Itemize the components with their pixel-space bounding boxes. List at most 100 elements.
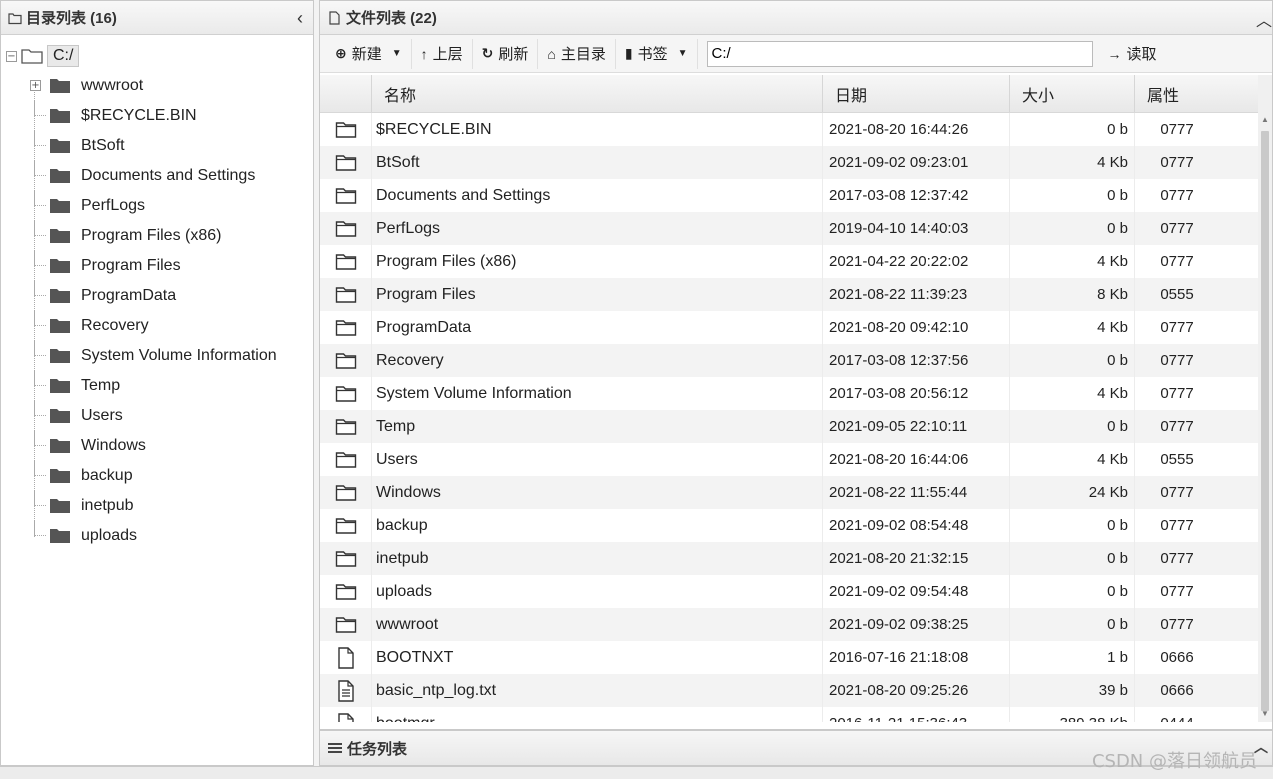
column-header-date[interactable]: 日期: [823, 75, 1010, 112]
new-button[interactable]: ⊕ 新建 ▼: [326, 38, 412, 69]
refresh-button[interactable]: ↻ 刷新: [473, 38, 539, 69]
tree-branch-line: [34, 491, 46, 506]
file-name[interactable]: System Volume Information: [372, 377, 823, 410]
folder-icon: [50, 289, 70, 303]
scroll-up-arrow-icon[interactable]: ▲: [1261, 115, 1269, 124]
tree-branch-line: [34, 341, 46, 356]
file-name[interactable]: Windows: [372, 476, 823, 509]
table-row[interactable]: BOOTNXT 2016-07-16 21:18:08 1 b 0666: [320, 641, 1260, 674]
file-size: 0 b: [1010, 509, 1135, 542]
tree-item[interactable]: System Volume Information: [1, 341, 313, 371]
file-name[interactable]: ProgramData: [372, 311, 823, 344]
file-date: 2021-04-22 20:22:02: [823, 245, 1010, 278]
folder-outline-icon: [8, 12, 22, 24]
tree-item-label: uploads: [81, 527, 138, 544]
home-button[interactable]: ⌂ 主目录: [538, 38, 616, 69]
tree-item[interactable]: + wwwroot: [1, 71, 313, 101]
table-row[interactable]: Temp 2021-09-05 22:10:11 0 b 0777: [320, 410, 1260, 443]
table-row[interactable]: PerfLogs 2019-04-10 14:40:03 0 b 0777: [320, 212, 1260, 245]
read-button[interactable]: → 读取: [1099, 39, 1166, 69]
chevron-left-icon[interactable]: ‹: [297, 9, 303, 27]
file-size: 0 b: [1010, 608, 1135, 641]
path-input[interactable]: [706, 40, 1093, 67]
list-icon: [328, 743, 342, 753]
folder-icon: [50, 199, 70, 213]
table-row[interactable]: Program Files (x86) 2021-04-22 20:22:02 4 …: [320, 245, 1260, 278]
file-attr: 0777: [1135, 113, 1260, 146]
table-row[interactable]: Windows 2021-08-22 11:55:44 24 Kb 0777: [320, 476, 1260, 509]
file-name[interactable]: bootmgr: [372, 707, 823, 722]
table-row[interactable]: inetpub 2021-08-20 21:32:15 0 b 0777: [320, 542, 1260, 575]
table-row[interactable]: BtSoft 2021-09-02 09:23:01 4 Kb 0777: [320, 146, 1260, 179]
toolbar: ⊕ 新建 ▼ ↑ 上层 ↻ 刷新 ⌂ 主目录 ▮ 书签 ▼ → 读取: [320, 35, 1272, 73]
chevron-up-icon[interactable]: ︿: [1256, 7, 1272, 31]
tree-item[interactable]: Program Files: [1, 251, 313, 281]
table-row[interactable]: uploads 2021-09-02 09:54:48 0 b 0777: [320, 575, 1260, 608]
table-row[interactable]: Users 2021-08-20 16:44:06 4 Kb 0555: [320, 443, 1260, 476]
file-name[interactable]: Temp: [372, 410, 823, 443]
vertical-scrollbar[interactable]: ▲ ▼: [1258, 75, 1272, 722]
file-name[interactable]: Program Files (x86): [372, 245, 823, 278]
text-file-icon: [320, 674, 372, 707]
table-row[interactable]: backup 2021-09-02 08:54:48 0 b 0777: [320, 509, 1260, 542]
file-size: 389.38 Kb: [1010, 707, 1135, 722]
tree-item[interactable]: $RECYCLE.BIN: [1, 101, 313, 131]
home-label: 主目录: [560, 46, 606, 63]
scroll-down-arrow-icon[interactable]: ▼: [1261, 709, 1269, 718]
column-header-attr[interactable]: 属性: [1135, 75, 1260, 112]
file-name[interactable]: Recovery: [372, 344, 823, 377]
tree-item[interactable]: BtSoft: [1, 131, 313, 161]
file-size: 4 Kb: [1010, 146, 1135, 179]
file-name[interactable]: uploads: [372, 575, 823, 608]
column-header-name[interactable]: 名称: [372, 75, 823, 112]
tree-item[interactable]: Program Files (x86): [1, 221, 313, 251]
table-row[interactable]: ProgramData 2021-08-20 09:42:10 4 Kb 0777: [320, 311, 1260, 344]
tree-root-node[interactable]: − C:/: [1, 41, 313, 71]
file-name[interactable]: Program Files: [372, 278, 823, 311]
collapse-toggle-icon[interactable]: −: [6, 50, 17, 62]
tree-item[interactable]: backup: [1, 461, 313, 491]
file-name[interactable]: $RECYCLE.BIN: [372, 113, 823, 146]
tree-root-label[interactable]: C:/: [47, 45, 80, 67]
tree-item[interactable]: Windows: [1, 431, 313, 461]
file-name[interactable]: Users: [372, 443, 823, 476]
bookmark-button[interactable]: ▮ 书签 ▼: [616, 38, 698, 69]
scroll-thumb[interactable]: [1261, 131, 1269, 711]
table-row[interactable]: wwwroot 2021-09-02 09:38:25 0 b 0777: [320, 608, 1260, 641]
up-level-button[interactable]: ↑ 上层: [412, 38, 473, 69]
file-size: 4 Kb: [1010, 443, 1135, 476]
expand-toggle-icon[interactable]: +: [30, 80, 41, 91]
tree-item[interactable]: uploads: [1, 521, 313, 551]
file-name[interactable]: basic_ntp_log.txt: [372, 674, 823, 707]
file-name[interactable]: BOOTNXT: [372, 641, 823, 674]
folder-icon: [320, 311, 372, 344]
table-row[interactable]: System Volume Information 2017-03-08 20:5…: [320, 377, 1260, 410]
file-name[interactable]: inetpub: [372, 542, 823, 575]
file-date: 2021-08-20 16:44:06: [823, 443, 1010, 476]
table-row[interactable]: basic_ntp_log.txt 2021-08-20 09:25:26 39 b…: [320, 674, 1260, 707]
file-name[interactable]: wwwroot: [372, 608, 823, 641]
tree-item[interactable]: inetpub: [1, 491, 313, 521]
table-row[interactable]: Documents and Settings 2017-03-08 12:37:4…: [320, 179, 1260, 212]
tree-item[interactable]: Documents and Settings: [1, 161, 313, 191]
table-row[interactable]: bootmgr2016-11-21 15:36:43389.38 Kb0444: [320, 707, 1260, 722]
folder-icon: [320, 542, 372, 575]
file-name[interactable]: PerfLogs: [372, 212, 823, 245]
file-date: 2021-08-20 16:44:26: [823, 113, 1010, 146]
tree-item[interactable]: PerfLogs: [1, 191, 313, 221]
table-row[interactable]: $RECYCLE.BIN 2021-08-20 16:44:26 0 b 0777: [320, 113, 1260, 146]
task-list-title: 任务列表: [347, 740, 408, 758]
table-row[interactable]: Recovery 2017-03-08 12:37:56 0 b 0777: [320, 344, 1260, 377]
file-name[interactable]: Documents and Settings: [372, 179, 823, 212]
table-row[interactable]: Program Files 2021-08-22 11:39:23 8 Kb 0555: [320, 278, 1260, 311]
column-header-size[interactable]: 大小: [1010, 75, 1135, 112]
tree-item[interactable]: Recovery: [1, 311, 313, 341]
file-attr: 0777: [1135, 509, 1260, 542]
tree-item[interactable]: ProgramData: [1, 281, 313, 311]
tree-item[interactable]: Users: [1, 401, 313, 431]
bookmark-label: 书签: [637, 46, 668, 63]
tree-item[interactable]: Temp: [1, 371, 313, 401]
file-name[interactable]: backup: [372, 509, 823, 542]
file-name[interactable]: BtSoft: [372, 146, 823, 179]
folder-icon: [50, 409, 70, 423]
